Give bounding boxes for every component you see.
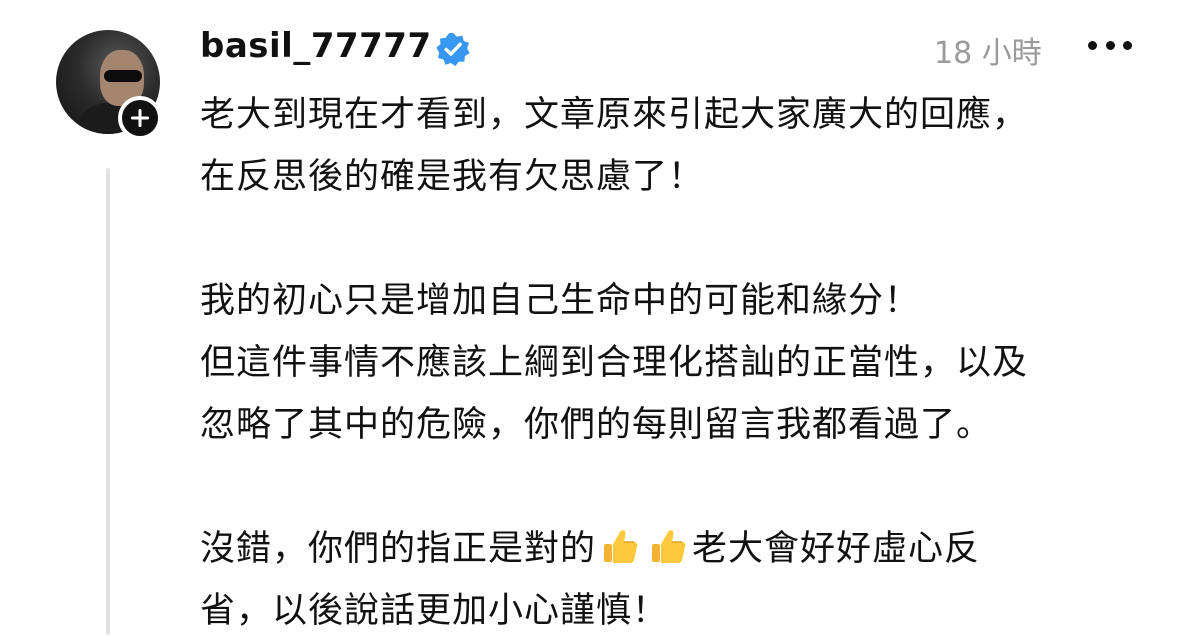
post-timestamp: 18 小時 — [934, 36, 1042, 71]
text-segment: 沒錯，你們的指正是對的 — [200, 529, 597, 569]
post-header: basil_77777 18 小時 — [200, 22, 1160, 72]
post-body: 老大到現在才看到，文章原來引起大家廣大的回應， 在反思後的確是我有欠思慮了！ 我… — [200, 84, 1160, 642]
verified-badge-icon — [436, 32, 470, 66]
text-line: 老大到現在才看到，文章原來引起大家廣大的回應， — [200, 95, 1029, 135]
text-line: 省，以後說話更加小心謹慎！ — [200, 591, 669, 631]
text-line: 在反思後的確是我有欠思慮了！ — [200, 157, 705, 197]
plus-icon — [131, 109, 149, 127]
follow-button[interactable] — [118, 96, 162, 140]
more-icon[interactable] — [1088, 38, 1132, 52]
sunglasses — [104, 70, 142, 82]
text-line-with-emoji: 沒錯，你們的指正是對的 老大會好好虛心反 — [200, 518, 1160, 580]
thumbs-up-icon — [652, 530, 686, 563]
text-segment: 老大會好好虛心反 — [692, 529, 981, 569]
text-line: 但這件事情不應該上綱到合理化搭訕的正當性，以及 — [200, 343, 1029, 383]
thread-line — [106, 168, 110, 635]
text-line: 我的初心只是增加自己生命中的可能和緣分！ — [200, 281, 921, 321]
username[interactable]: basil_77777 — [200, 26, 432, 66]
thumbs-up-icon — [604, 530, 638, 563]
text-line: 忽略了其中的危險，你們的每則留言我都看過了。 — [200, 405, 993, 445]
